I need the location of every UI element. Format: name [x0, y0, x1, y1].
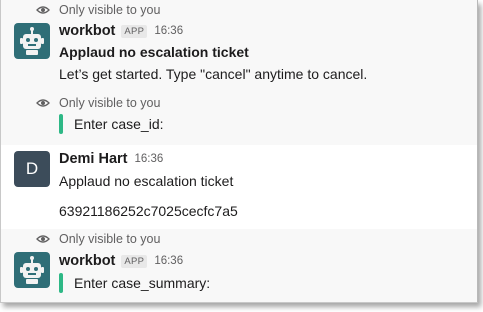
message-title: Applaud no escalation ticket	[59, 44, 249, 60]
visibility-notice: Only visible to you	[36, 231, 160, 247]
message-header: Demi Hart 16:36	[59, 150, 163, 168]
visibility-text: Only visible to you	[59, 3, 161, 17]
author-name[interactable]: workbot	[59, 23, 115, 39]
attachment-bar	[59, 114, 63, 134]
eye-icon	[36, 6, 50, 14]
prompt-text: Enter case_summary:	[74, 275, 211, 291]
message-text: Let’s get started. Type "cancel" anytime…	[59, 66, 368, 82]
message-pane: Only visible to you workbot APP 16:36 Ap…	[0, 0, 478, 303]
eye-icon	[36, 99, 50, 107]
app-badge: APP	[121, 24, 148, 38]
bot-prompt-message: Only visible to you Enter case_id:	[1, 90, 477, 145]
timestamp[interactable]: 16:36	[154, 255, 183, 267]
timestamp[interactable]: 16:36	[135, 153, 164, 165]
message-header: workbot APP 16:36	[59, 252, 183, 270]
attachment: Enter case_summary:	[59, 273, 210, 293]
avatar[interactable]	[14, 252, 50, 288]
visibility-text: Only visible to you	[59, 232, 161, 246]
visibility-notice: Only visible to you	[36, 2, 160, 18]
avatar[interactable]: D	[14, 151, 50, 187]
message-text: 63921186252c7025cecfc7a5	[59, 203, 238, 219]
visibility-notice: Only visible to you	[36, 95, 160, 111]
user-message: D Demi Hart 16:36 Applaud no escalation …	[1, 145, 477, 229]
message-header: workbot APP 16:36	[59, 22, 183, 40]
attachment: Enter case_id:	[59, 114, 164, 134]
bot-message: Only visible to you workbot APP 16:36 En…	[1, 229, 477, 302]
eye-icon	[36, 235, 50, 243]
message-title: Applaud no escalation ticket	[59, 173, 234, 189]
author-name[interactable]: Demi Hart	[59, 151, 128, 167]
robot-icon	[20, 256, 44, 284]
author-name[interactable]: workbot	[59, 253, 115, 269]
prompt-text: Enter case_id:	[74, 116, 164, 132]
timestamp[interactable]: 16:36	[154, 25, 183, 37]
visibility-text: Only visible to you	[59, 96, 161, 110]
attachment-bar	[59, 273, 63, 293]
avatar[interactable]	[14, 23, 50, 59]
app-badge: APP	[121, 254, 148, 268]
robot-icon	[20, 27, 44, 55]
bot-message: Only visible to you workbot APP 16:36 Ap…	[1, 0, 477, 90]
